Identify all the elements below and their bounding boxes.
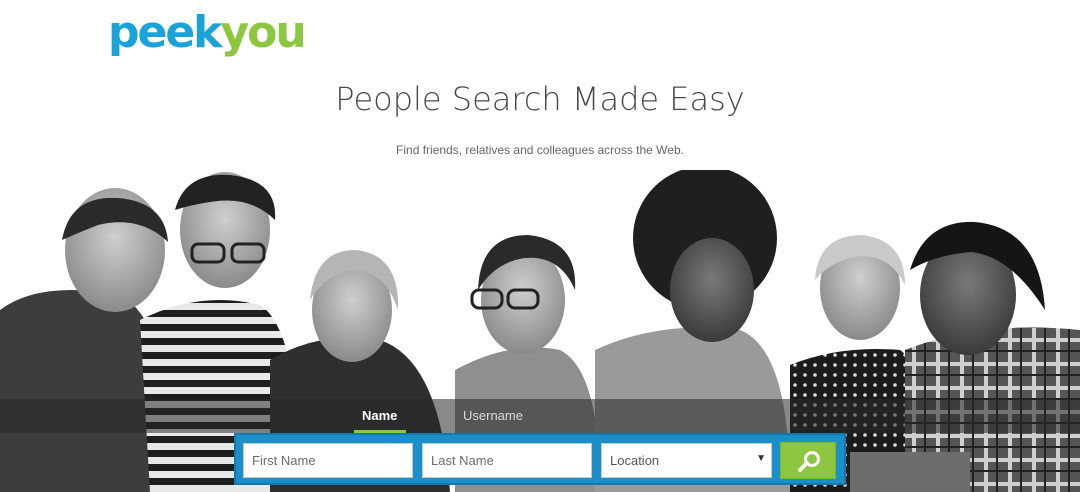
logo-you: you	[220, 7, 306, 58]
tab-name[interactable]: Name	[362, 408, 397, 423]
logo-peek: peek	[108, 7, 222, 58]
location-select[interactable]: Location	[601, 443, 772, 478]
location-selected-value: Location	[610, 453, 660, 468]
peekyou-logo[interactable]: peekyou	[108, 7, 307, 58]
page-subtitle: Find friends, relatives and colleagues a…	[396, 143, 684, 157]
location-select-wrapper: Location ▼	[601, 443, 772, 478]
search-icon	[798, 451, 820, 472]
search-form: Location ▼	[234, 433, 846, 485]
last-name-input[interactable]	[422, 443, 592, 478]
search-button[interactable]	[780, 442, 836, 479]
tab-username[interactable]: Username	[463, 408, 523, 423]
search-tabs: Name Username	[0, 399, 1080, 434]
page-title: People Search Made Easy	[335, 80, 745, 118]
first-name-input[interactable]	[243, 443, 413, 478]
